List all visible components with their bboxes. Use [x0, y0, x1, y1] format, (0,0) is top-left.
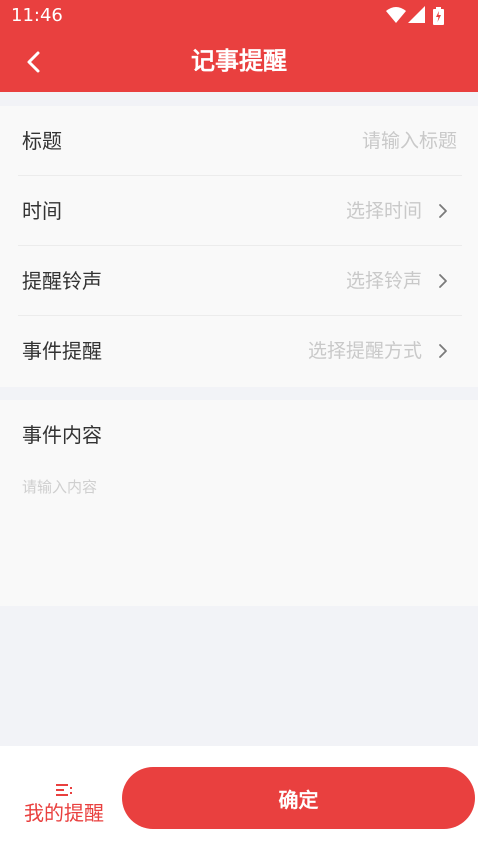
reminder-mode-row[interactable]: 事件提醒 选择提醒方式 — [0, 316, 478, 386]
ringtone-value: 选择铃声 — [345, 270, 422, 292]
time-label: 时间 — [22, 199, 62, 223]
signal-icon — [408, 6, 425, 23]
reminder-mode-value: 选择提醒方式 — [307, 340, 422, 362]
list-icon — [56, 784, 72, 796]
status-bar: 11:46 — [0, 0, 478, 32]
title-bar: 记事提醒 — [0, 32, 478, 92]
title-row[interactable]: 标题 — [0, 106, 478, 176]
confirm-button[interactable]: 确定 — [122, 767, 475, 829]
page-title: 记事提醒 — [191, 47, 287, 75]
wifi-icon — [386, 7, 406, 23]
battery-icon — [433, 7, 444, 25]
time-row[interactable]: 时间 选择时间 — [0, 176, 478, 246]
reminder-mode-label: 事件提醒 — [22, 339, 102, 363]
ringtone-row[interactable]: 提醒铃声 选择铃声 — [0, 246, 478, 316]
content-card: 事件内容 — [0, 400, 478, 606]
bottom-bar: 我的提醒 确定 — [0, 746, 478, 850]
chevron-right-icon — [439, 274, 447, 288]
chevron-right-icon — [439, 344, 447, 358]
ringtone-label: 提醒铃声 — [22, 269, 102, 293]
chevron-right-icon — [439, 204, 447, 218]
time-value: 选择时间 — [345, 200, 422, 222]
content-label: 事件内容 — [22, 423, 102, 447]
my-reminders-button[interactable]: 我的提醒 — [14, 782, 114, 842]
status-time: 11:46 — [11, 5, 63, 26]
my-reminders-label: 我的提醒 — [24, 801, 104, 825]
title-label: 标题 — [22, 129, 62, 153]
title-input[interactable] — [257, 126, 457, 156]
form-card: 标题 时间 选择时间 提醒铃声 选择铃声 事件提醒 选择提醒方式 — [0, 106, 478, 387]
content-textarea[interactable] — [22, 476, 452, 586]
screen: 11:46 记事提醒 标题 请输入标题 时间 选择时间 提醒铃声 选择铃声 事件… — [0, 0, 478, 850]
